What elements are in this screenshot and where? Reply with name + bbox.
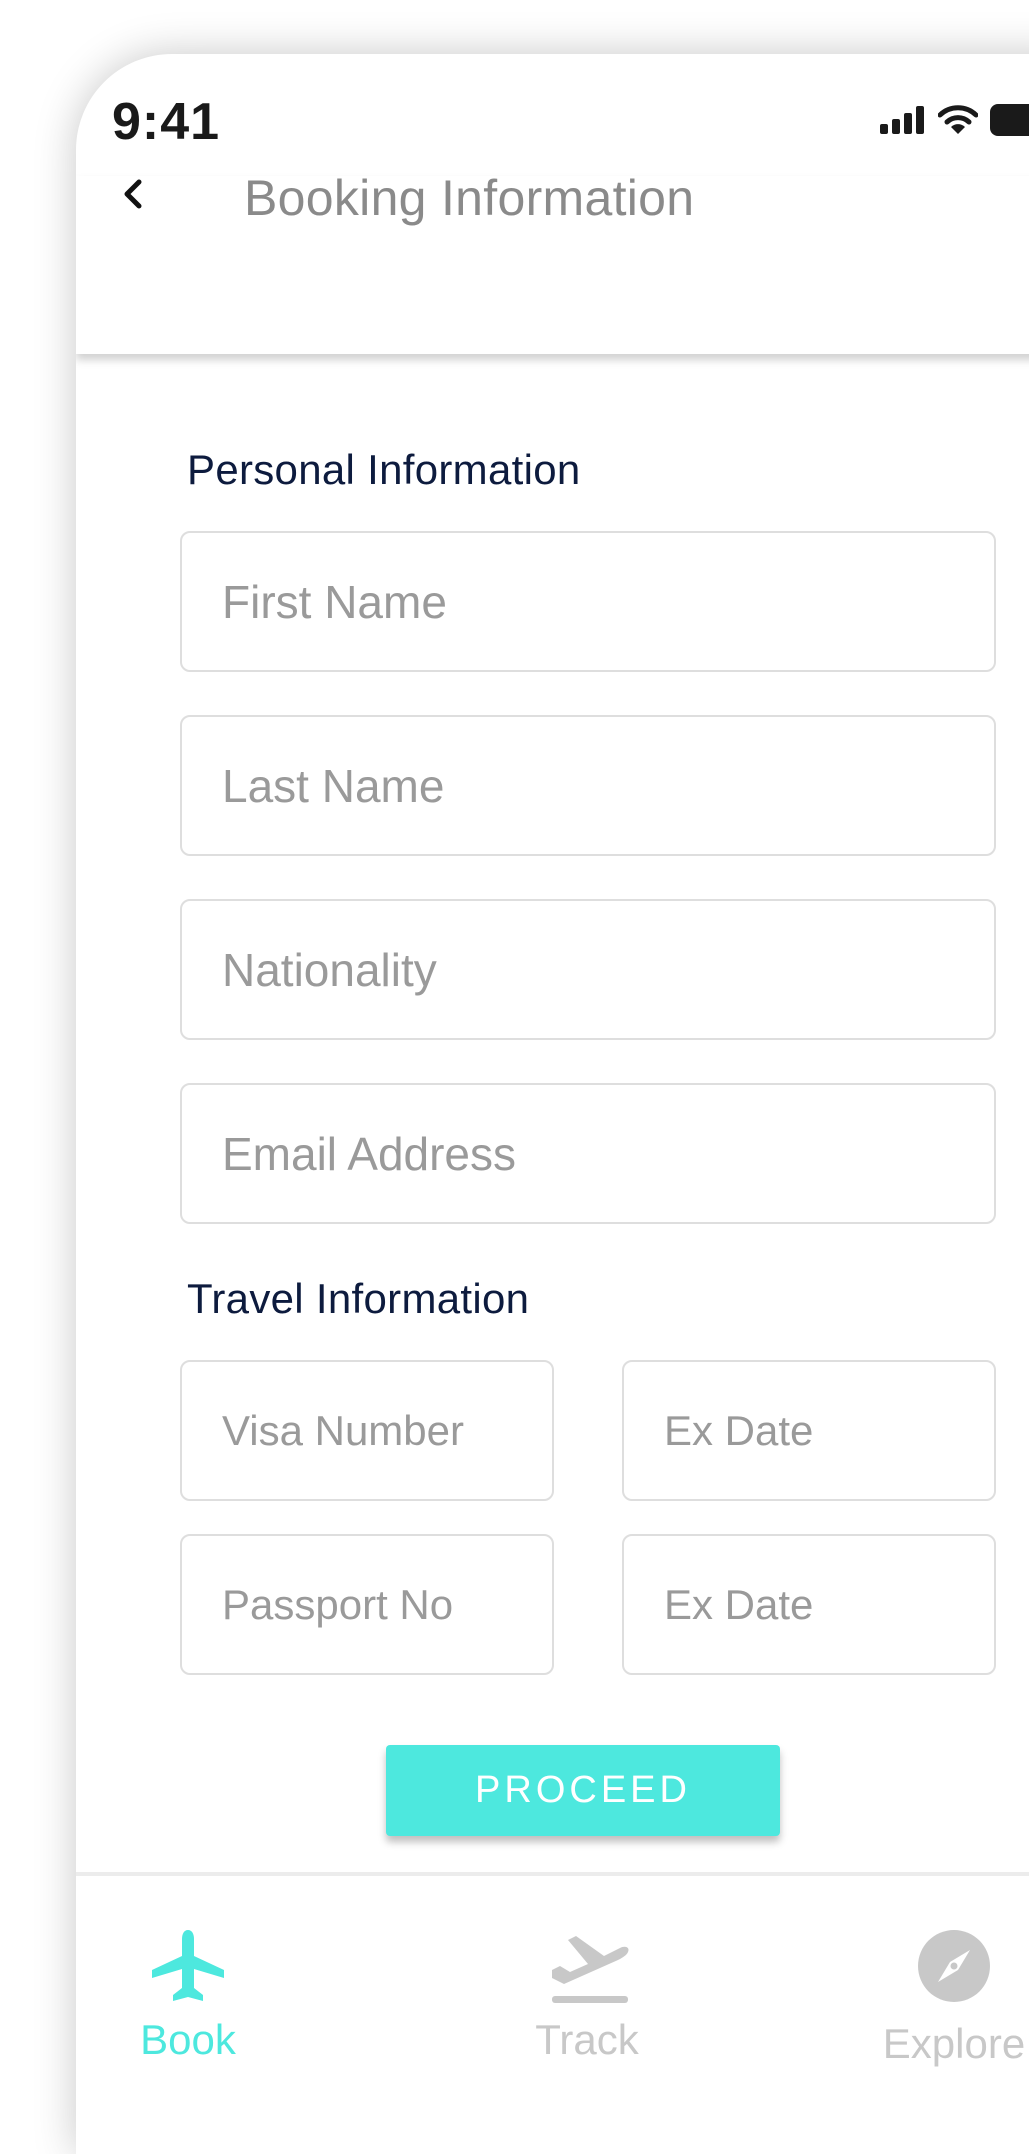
compass-icon: [918, 1930, 990, 2002]
tab-book-label: Book: [140, 2016, 236, 2063]
chevron-left-icon: [124, 179, 142, 209]
airplane-icon: [152, 1930, 224, 2001]
cellular-signal-icon: [880, 106, 924, 134]
nationality-field[interactable]: [180, 899, 996, 1040]
visa-expiry-date-field[interactable]: [622, 1360, 996, 1501]
status-time: 9:41: [112, 93, 221, 151]
battery-icon: [990, 104, 1029, 136]
passport-number-field[interactable]: [180, 1534, 554, 1675]
visa-number-field[interactable]: [180, 1360, 554, 1501]
tab-track-label: Track: [535, 2016, 639, 2063]
travel-information-heading: Travel Information: [187, 1275, 530, 1322]
passport-expiry-date-field[interactable]: [622, 1534, 996, 1675]
last-name-field[interactable]: [180, 715, 996, 856]
tab-book[interactable]: Book: [78, 1876, 298, 2116]
tab-track[interactable]: Track: [477, 1876, 697, 2116]
first-name-field[interactable]: [180, 531, 996, 672]
flight-departure-icon: [552, 1936, 629, 2003]
proceed-button[interactable]: PROCEED: [386, 1745, 780, 1836]
status-bar: 9:41: [76, 54, 1029, 174]
app-header: Booking Information: [76, 170, 1029, 354]
wifi-icon: [938, 105, 978, 134]
tab-explore-label: Explore: [882, 2020, 1026, 2067]
phone-screen: 9:41 Booking Information Personal Inform…: [76, 54, 1029, 2154]
bottom-tab-bar: Book Track Explore: [76, 1872, 1029, 2154]
status-icons: [880, 100, 1029, 140]
email-address-field[interactable]: [180, 1083, 996, 1224]
page-title: Booking Information: [244, 170, 695, 226]
back-button[interactable]: [112, 172, 156, 216]
personal-information-heading: Personal Information: [187, 446, 581, 493]
tab-explore[interactable]: Explore: [844, 1876, 1029, 2116]
